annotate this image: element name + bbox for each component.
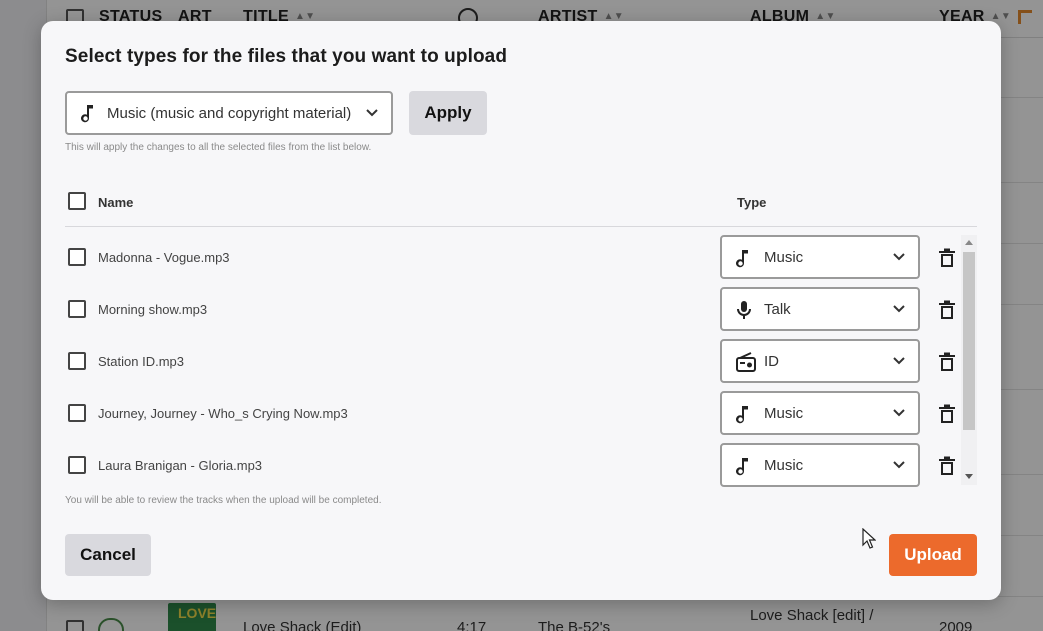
upload-types-dialog: Select types for the files that you want… (41, 21, 1001, 600)
bulk-type-value: Music (music and copyright material) (107, 104, 352, 122)
file-type-value: Talk (764, 301, 791, 318)
column-header-name: Name (98, 195, 134, 210)
file-type-select[interactable]: Music (720, 235, 920, 279)
file-name: Station ID.mp3 (98, 354, 184, 369)
chevron-down-icon (893, 253, 905, 261)
file-type-value: Music (764, 457, 804, 474)
chevron-down-icon (893, 461, 905, 469)
trash-icon[interactable] (938, 300, 956, 320)
apply-button[interactable]: Apply (409, 91, 487, 135)
cancel-button[interactable]: Cancel (65, 534, 151, 576)
file-checkbox[interactable] (68, 352, 86, 370)
upload-hint-text: You will be able to review the tracks wh… (65, 495, 382, 506)
file-name: Morning show.mp3 (98, 302, 208, 317)
file-type-select[interactable]: Music (720, 391, 920, 435)
scroll-down-icon[interactable] (965, 474, 973, 479)
trash-icon[interactable] (938, 456, 956, 476)
file-checkbox[interactable] (68, 404, 86, 422)
trash-icon[interactable] (938, 404, 956, 424)
header-divider (65, 226, 977, 227)
mouse-cursor-icon (862, 528, 876, 549)
scrollbar-thumb[interactable] (963, 252, 975, 430)
trash-icon[interactable] (938, 248, 956, 268)
music-note-icon (736, 406, 748, 424)
music-note-icon (736, 458, 748, 476)
file-type-value: Music (764, 249, 804, 266)
column-header-type: Type (737, 195, 767, 210)
microphone-icon (737, 301, 751, 319)
chevron-down-icon (893, 357, 905, 365)
bulk-type-select[interactable]: Music (music and copyright material) (65, 91, 393, 135)
upload-button[interactable]: Upload (889, 534, 977, 576)
file-checkbox[interactable] (68, 300, 86, 318)
apply-hint-text: This will apply the changes to all the s… (65, 142, 372, 153)
radio-icon (736, 352, 756, 372)
file-checkbox[interactable] (68, 456, 86, 474)
chevron-down-icon (366, 109, 378, 117)
file-type-select[interactable]: ID (720, 339, 920, 383)
music-note-icon (736, 250, 748, 268)
file-type-select[interactable]: Talk (720, 287, 920, 331)
file-type-value: ID (764, 353, 779, 370)
file-checkbox[interactable] (68, 248, 86, 266)
file-name: Laura Branigan - Gloria.mp3 (98, 458, 263, 473)
scroll-up-icon[interactable] (965, 240, 973, 245)
file-name: Madonna - Vogue.mp3 (98, 250, 230, 265)
dialog-title: Select types for the files that you want… (65, 46, 508, 67)
file-type-select[interactable]: Music (720, 443, 920, 487)
select-all-checkbox[interactable] (68, 192, 86, 210)
chevron-down-icon (893, 409, 905, 417)
trash-icon[interactable] (938, 352, 956, 372)
file-name: Journey, Journey - Who_s Crying Now.mp3 (98, 406, 348, 421)
chevron-down-icon (893, 305, 905, 313)
file-type-value: Music (764, 405, 804, 422)
music-note-icon (81, 105, 93, 123)
